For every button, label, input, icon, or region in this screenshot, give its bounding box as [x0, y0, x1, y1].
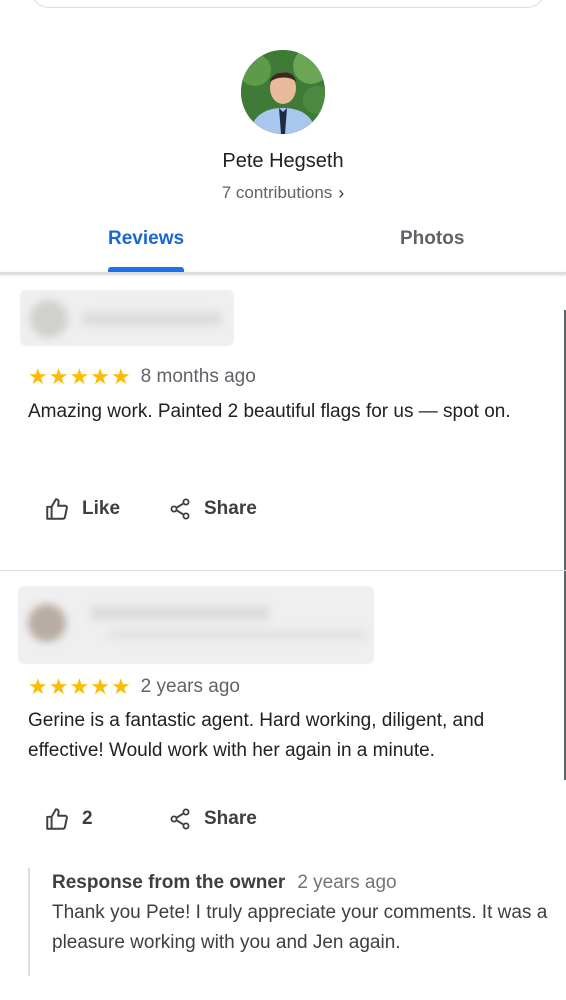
star-icon: ★ [69, 674, 90, 699]
reviewer-info-blurred[interactable] [20, 290, 234, 346]
reviewer-avatar [28, 604, 66, 642]
contributions-link[interactable]: 7 contributions › [222, 183, 345, 203]
owner-response: Response from the owner 2 years ago Than… [28, 868, 548, 976]
review-text: Amazing work. Painted 2 beautiful flags … [28, 401, 511, 422]
star-icon: ★ [90, 674, 110, 699]
owner-response-text: Thank you Pete! I truly appreciate your … [52, 902, 548, 953]
star-rating: ★ ★ ★ ★ ★ [28, 676, 131, 698]
owner-response-header: Response from the owner 2 years ago [52, 872, 548, 894]
like-label: Like [82, 498, 121, 519]
reviewer-avatar [30, 300, 68, 338]
reviewer-meta [108, 630, 368, 640]
profile-name: Pete Hegseth [222, 150, 344, 172]
share-button[interactable]: Share [168, 807, 257, 831]
share-icon [170, 498, 190, 520]
rating-row: ★ ★ ★ ★ ★ 8 months ago [28, 366, 256, 388]
thumbs-up-icon [46, 808, 68, 830]
star-icon: ★ [28, 674, 48, 699]
star-icon: ★ [69, 364, 90, 389]
review-actions: Like Share [44, 496, 257, 522]
owner-response-title: Response from the owner [52, 872, 286, 893]
review-card: ★ ★ ★ ★ ★ 8 months ago Amazing work. Pai… [0, 288, 566, 570]
review-time: 8 months ago [140, 366, 256, 387]
reviewer-name [90, 606, 270, 620]
like-count: 2 [82, 808, 93, 829]
rating-row: ★ ★ ★ ★ ★ 2 years ago [28, 676, 240, 698]
star-icon: ★ [28, 364, 48, 389]
contributions-label: 7 contributions [221, 183, 333, 202]
tab-photos[interactable]: Photos [400, 228, 464, 250]
share-label: Share [204, 498, 257, 519]
review-text: Gerine is a fantastic agent. Hard workin… [28, 710, 485, 761]
review-divider [0, 570, 566, 571]
like-button[interactable]: Like [44, 496, 168, 522]
avatar[interactable] [241, 50, 325, 134]
reviewer-name [82, 312, 222, 326]
share-label: Share [204, 808, 257, 829]
star-icon: ★ [48, 364, 69, 389]
tab-reviews[interactable]: Reviews [108, 228, 184, 250]
owner-response-time: 2 years ago [297, 872, 397, 893]
share-button[interactable]: Share [168, 497, 257, 521]
review-actions: 2 Share [44, 806, 257, 832]
star-icon: ★ [48, 674, 69, 699]
search-bar[interactable] [30, 0, 546, 8]
star-icon: ★ [110, 674, 131, 699]
chevron-right-icon: › [338, 183, 345, 203]
review-time: 2 years ago [140, 676, 240, 697]
tabs-divider [0, 272, 566, 274]
profile-header: Pete Hegseth 7 contributions › [0, 50, 566, 203]
star-rating: ★ ★ ★ ★ ★ [28, 366, 131, 388]
reviewer-info-blurred[interactable] [18, 586, 374, 664]
star-icon: ★ [90, 364, 110, 389]
share-icon [170, 808, 190, 830]
thumbs-up-icon [46, 498, 68, 520]
star-icon: ★ [110, 364, 131, 389]
review-card: ★ ★ ★ ★ ★ 2 years ago Gerine is a fantas… [0, 586, 566, 1000]
like-button[interactable]: 2 [44, 806, 168, 832]
tab-bar: Reviews Photos [0, 224, 566, 274]
